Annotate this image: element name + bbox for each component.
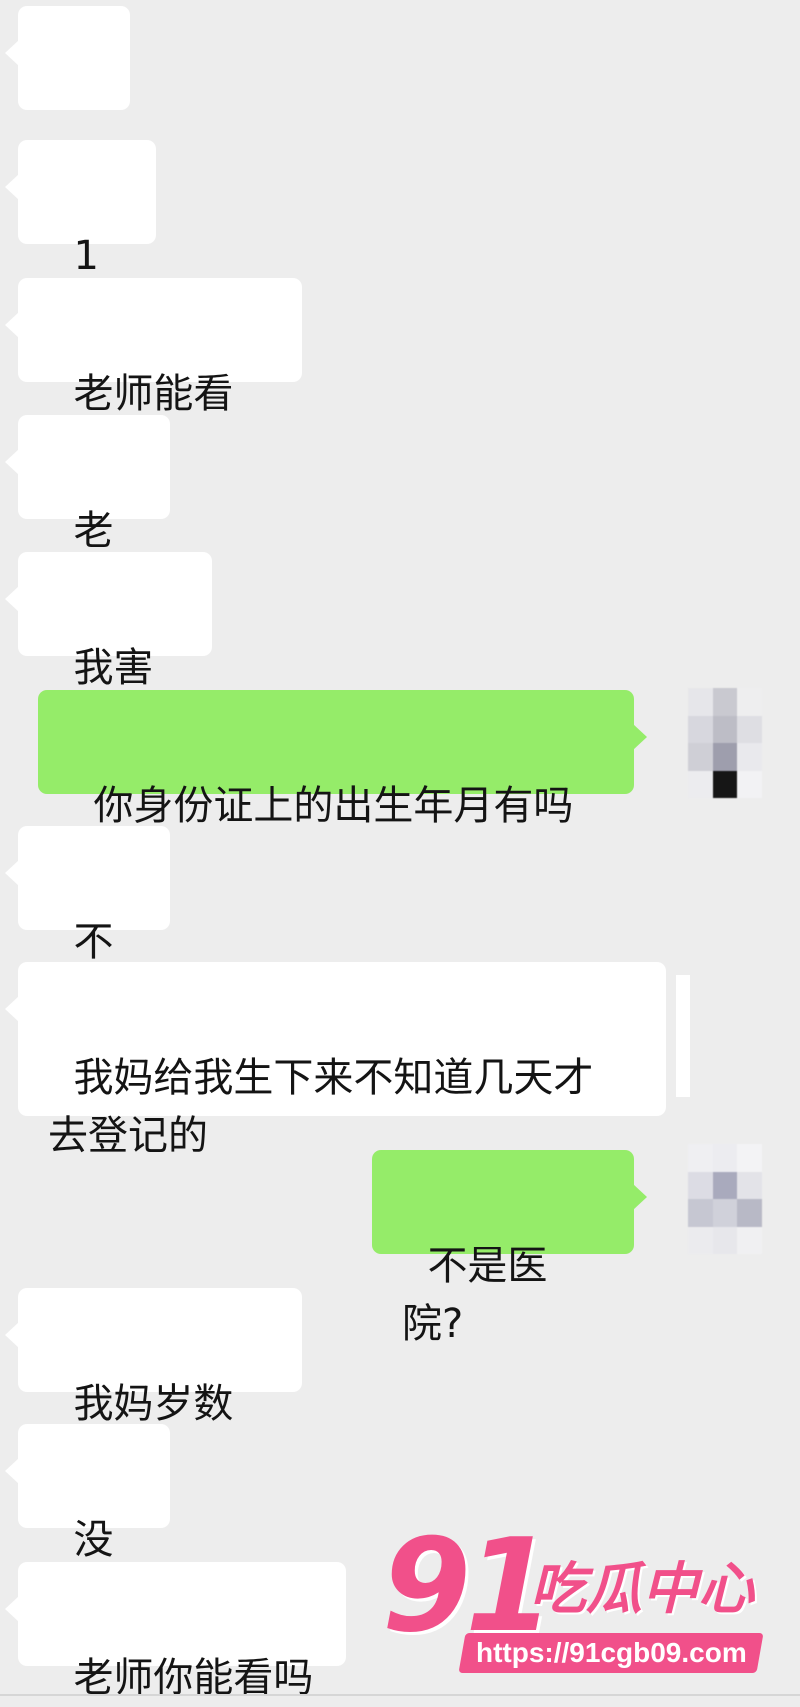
message-text: 我妈给我生下来不知道几天才 去登记的 — [48, 1055, 594, 1159]
partial-avatar-edge — [676, 975, 690, 1097]
message-bubble-incoming[interactable]: 我害怕 — [5, 552, 212, 749]
message-bubble-incoming[interactable]: 我妈岁数小 — [5, 1288, 302, 1485]
message-bubble-incoming[interactable]: 05 — [5, 6, 130, 203]
message-bubble-outgoing[interactable]: 不是医院? — [372, 1150, 647, 1347]
message-bubble-incoming[interactable]: 1月 — [5, 140, 156, 343]
user-avatar-pixelated[interactable] — [688, 688, 762, 798]
message-text: 不是医院? — [402, 1243, 548, 1347]
message-bubble-incoming[interactable]: 不准 — [5, 826, 170, 1023]
message-bubble-incoming[interactable]: 没钱 — [5, 1424, 170, 1621]
message-text: 1 — [73, 233, 99, 279]
watermark-url-text: https://91cgb09.com — [475, 1637, 747, 1668]
watermark-url-banner: https://91cgb09.com — [458, 1633, 764, 1673]
message-bubble-incoming[interactable]: 老师你能看吗 — [5, 1562, 346, 1701]
watermark-brand-text: 吃瓜中心 — [530, 1557, 754, 1622]
bottom-divider — [0, 1694, 800, 1696]
message-bubble-incoming[interactable]: 我妈给我生下来不知道几天才 去登记的 — [5, 962, 666, 1159]
user-avatar-pixelated[interactable] — [688, 1144, 762, 1254]
site-watermark: 91 吃瓜中心 https://91cgb09.com — [382, 1522, 764, 1678]
message-text: 你身份证上的出生年月有吗 — [93, 783, 574, 829]
message-bubble-incoming[interactable]: 老师 — [5, 415, 170, 612]
message-bubble-outgoing[interactable]: 你身份证上的出生年月有吗 — [38, 690, 647, 829]
message-bubble-incoming[interactable]: 老师能看吗 — [5, 278, 302, 475]
